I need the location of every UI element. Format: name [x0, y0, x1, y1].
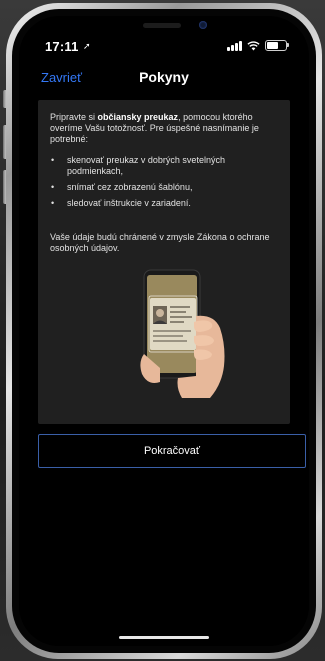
status-icons	[227, 40, 289, 51]
hand-holding-phone-with-id-card-icon	[130, 258, 240, 398]
continue-button[interactable]: Pokračovať	[38, 434, 306, 468]
home-indicator	[119, 636, 209, 639]
phone-screen: 17:11 ➚ Zavrieť Pokyny Pripravte si obči…	[19, 16, 309, 646]
page-title: Pokyny	[139, 69, 189, 85]
location-arrow-icon: ➚	[83, 41, 91, 51]
battery-icon	[265, 40, 289, 51]
speaker-grille	[143, 23, 181, 28]
navigation-bar: Zavrieť Pokyny	[19, 66, 309, 90]
camera-icon	[199, 21, 207, 29]
status-time: 17:11	[45, 39, 79, 54]
instruction-list: skenovať preukaz v dobrých svetelných po…	[50, 155, 280, 214]
instructions-card: Pripravte si občiansky preukaz, pomocou …	[38, 100, 290, 424]
intro-text: Pripravte si občiansky preukaz, pomocou …	[50, 112, 280, 145]
intro-bold: občiansky preukaz	[97, 112, 179, 122]
list-item: snímať cez zobrazenú šablónu,	[50, 182, 280, 193]
intro-prefix: Pripravte si	[50, 112, 98, 122]
list-item: skenovať preukaz v dobrých svetelných po…	[50, 155, 280, 177]
notch	[85, 16, 243, 44]
list-item: sledovať inštrukcie v zariadení.	[50, 198, 280, 209]
wifi-icon	[247, 40, 260, 50]
privacy-text: Vaše údaje budú chránené v zmysle Zákona…	[50, 232, 270, 253]
